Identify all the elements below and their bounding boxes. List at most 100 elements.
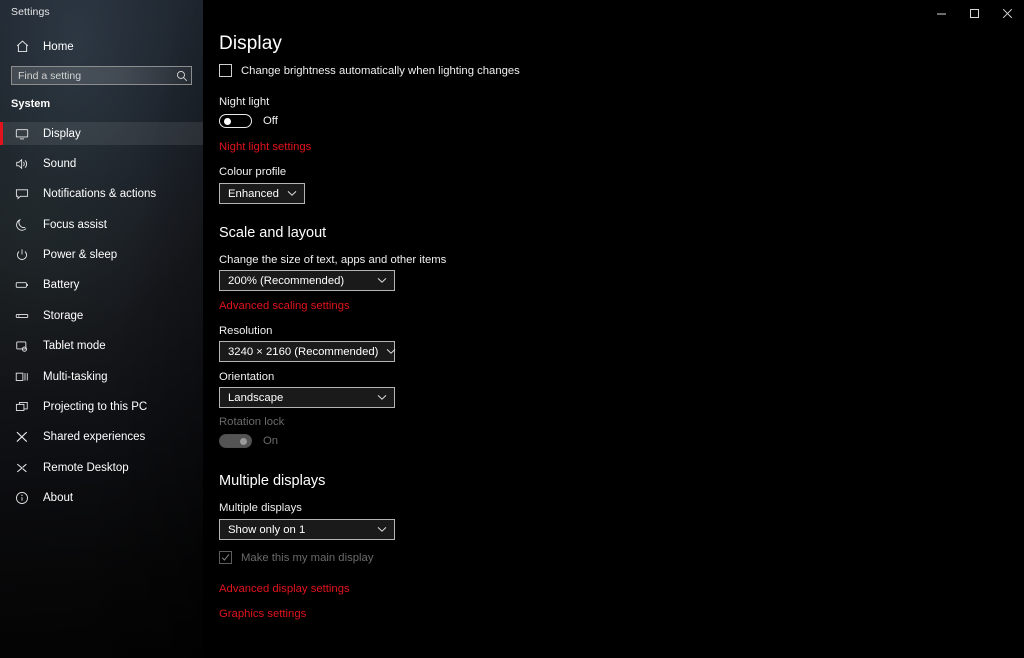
scale-dropdown[interactable]: 200% (Recommended): [219, 270, 395, 291]
sidebar-item-remote-desktop-label: Remote Desktop: [43, 461, 129, 474]
sidebar-section-title: System: [11, 98, 51, 110]
toggle-knob: [240, 438, 247, 445]
sidebar-item-sound[interactable]: Sound: [0, 152, 203, 175]
graphics-settings-link[interactable]: Graphics settings: [219, 608, 306, 620]
maximize-button[interactable]: [958, 0, 991, 26]
home-icon: [14, 39, 30, 54]
sidebar-item-display[interactable]: Display: [0, 122, 203, 145]
sidebar-item-focus-assist[interactable]: Focus assist: [0, 213, 203, 236]
sidebar-item-home[interactable]: Home: [0, 34, 203, 59]
resolution-value: 3240 × 2160 (Recommended): [228, 345, 379, 358]
sidebar-item-notifications-label: Notifications & actions: [43, 188, 157, 201]
battery-icon: [14, 278, 30, 292]
multiple-displays-heading: Multiple displays: [219, 473, 326, 489]
sidebar-item-projecting[interactable]: Projecting to this PC: [0, 396, 203, 419]
sidebar: Home System: [0, 0, 203, 658]
night-light-toggle-row: Off: [219, 114, 278, 128]
multitasking-icon: [14, 370, 30, 384]
window-title: Settings: [11, 6, 50, 18]
title-bar: Settings: [0, 0, 1024, 26]
sidebar-item-home-label: Home: [43, 40, 74, 53]
monitor-icon: [14, 127, 30, 141]
minimize-button[interactable]: [925, 0, 958, 26]
colour-profile-dropdown[interactable]: Enhanced: [219, 183, 305, 204]
share-icon: [14, 430, 30, 444]
scale-value: 200% (Recommended): [228, 274, 345, 287]
sidebar-item-about[interactable]: About: [0, 487, 203, 510]
close-button[interactable]: [991, 0, 1024, 26]
sidebar-item-battery-label: Battery: [43, 279, 80, 292]
auto-brightness-label: Change brightness automatically when lig…: [241, 64, 520, 77]
sidebar-item-sound-label: Sound: [43, 157, 77, 170]
main-display-label: Make this my main display: [241, 551, 374, 564]
night-light-settings-link[interactable]: Night light settings: [219, 141, 311, 153]
night-light-state: Off: [263, 115, 278, 127]
power-icon: [14, 248, 30, 262]
sidebar-item-about-label: About: [43, 492, 74, 505]
night-light-toggle[interactable]: [219, 114, 252, 128]
checkbox-box: [219, 551, 232, 564]
chevron-down-icon: [386, 348, 396, 355]
checkbox-box: [219, 64, 232, 77]
search-icon: [173, 70, 191, 82]
page-title: Display: [219, 33, 282, 54]
moon-icon: [14, 218, 30, 232]
settings-window: Settings Home Find a setting System Disp…: [0, 0, 1024, 658]
resolution-label: Resolution: [219, 325, 273, 337]
sidebar-item-tablet-mode[interactable]: Tablet mode: [0, 335, 203, 358]
sidebar-item-remote-desktop[interactable]: Remote Desktop: [0, 456, 203, 479]
main-display-checkbox: Make this my main display: [219, 551, 373, 564]
notification-icon: [14, 187, 30, 201]
advanced-display-settings-link[interactable]: Advanced display settings: [219, 583, 350, 595]
checkmark-icon: [221, 554, 230, 561]
rotation-lock-toggle: [219, 434, 252, 448]
speaker-icon: [14, 157, 30, 171]
colour-profile-label: Colour profile: [219, 166, 287, 178]
multiple-displays-dropdown[interactable]: Show only on 1: [219, 519, 395, 540]
orientation-value: Landscape: [228, 391, 284, 404]
sidebar-nav: Display Sound Notifications & actions Fo…: [0, 122, 203, 517]
scale-label: Change the size of text, apps and other …: [219, 254, 447, 266]
toggle-knob: [224, 118, 231, 125]
sidebar-item-battery[interactable]: Battery: [0, 274, 203, 297]
colour-profile-value: Enhanced: [228, 187, 279, 200]
sidebar-item-power-sleep[interactable]: Power & sleep: [0, 244, 203, 267]
maximize-icon: [970, 8, 979, 18]
remote-desktop-icon: [14, 461, 30, 475]
sidebar-item-projecting-label: Projecting to this PC: [43, 401, 148, 414]
rotation-lock-toggle-row: On: [219, 434, 278, 448]
chevron-down-icon: [377, 277, 387, 284]
storage-icon: [14, 309, 30, 323]
chevron-down-icon: [377, 394, 387, 401]
multiple-displays-value: Show only on 1: [228, 523, 306, 536]
projecting-icon: [14, 400, 30, 414]
search-box[interactable]: [11, 66, 192, 85]
tablet-icon: [14, 339, 30, 353]
chevron-down-icon: [287, 190, 297, 197]
sidebar-item-tablet-mode-label: Tablet mode: [43, 340, 106, 353]
close-icon: [1002, 8, 1013, 18]
sidebar-item-focus-assist-label: Focus assist: [43, 218, 107, 231]
orientation-dropdown[interactable]: Landscape: [219, 387, 395, 408]
main-content: Display Change brightness automatically …: [203, 0, 1024, 658]
orientation-label: Orientation: [219, 371, 275, 383]
advanced-scaling-settings-link[interactable]: Advanced scaling settings: [219, 300, 350, 312]
sidebar-item-shared-experiences-label: Shared experiences: [43, 431, 146, 444]
window-controls: [925, 0, 1024, 26]
sidebar-item-storage[interactable]: Storage: [0, 304, 203, 327]
sidebar-item-power-sleep-label: Power & sleep: [43, 249, 118, 262]
scale-and-layout-heading: Scale and layout: [219, 225, 327, 241]
sidebar-item-display-label: Display: [43, 127, 81, 140]
sidebar-item-multitasking[interactable]: Multi-tasking: [0, 365, 203, 388]
night-light-label: Night light: [219, 96, 270, 108]
auto-brightness-checkbox[interactable]: Change brightness automatically when lig…: [219, 64, 520, 77]
rotation-lock-state: On: [263, 435, 279, 447]
sidebar-item-notifications[interactable]: Notifications & actions: [0, 183, 203, 206]
chevron-down-icon: [377, 526, 387, 533]
multiple-displays-label: Multiple displays: [219, 502, 302, 514]
minimize-icon: [937, 13, 946, 14]
search-input[interactable]: [12, 67, 173, 84]
sidebar-item-shared-experiences[interactable]: Shared experiences: [0, 426, 203, 449]
sidebar-item-storage-label: Storage: [43, 309, 84, 322]
resolution-dropdown[interactable]: 3240 × 2160 (Recommended): [219, 341, 396, 362]
